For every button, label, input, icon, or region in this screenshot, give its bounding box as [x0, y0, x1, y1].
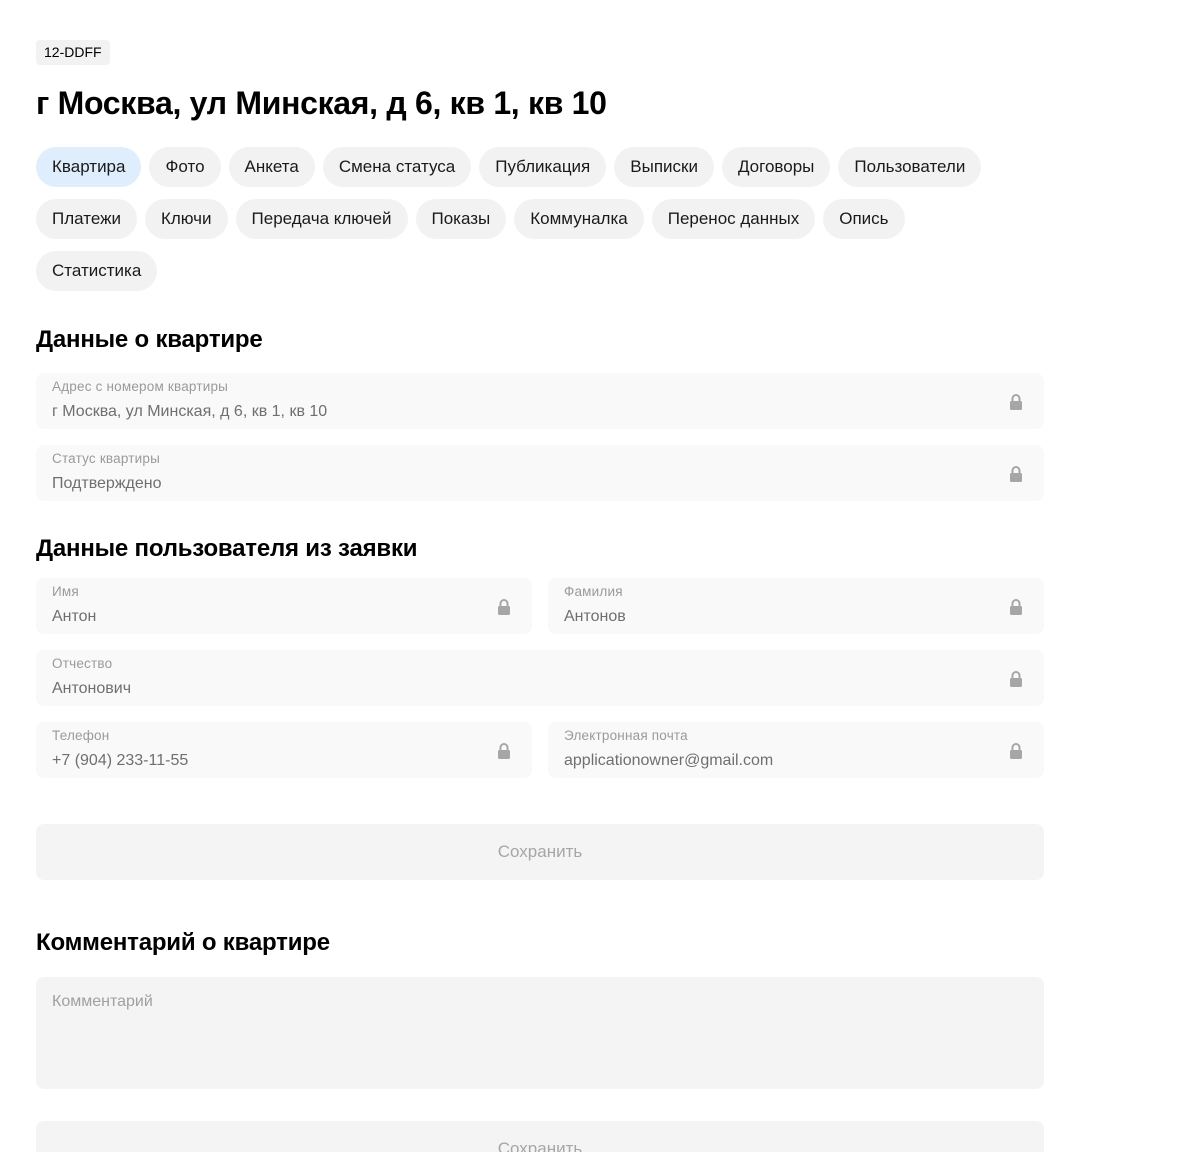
- tab-showings[interactable]: Показы: [415, 199, 507, 239]
- tab-data-transfer[interactable]: Перенос данных: [651, 199, 816, 239]
- first-name-value: Антон: [52, 608, 97, 625]
- lock-icon: [1010, 743, 1022, 759]
- email-field[interactable]: Электронная почта applicationowner@gmail…: [548, 722, 1044, 778]
- comment-textarea[interactable]: Комментарий: [36, 977, 1044, 1089]
- address-field[interactable]: Адрес с номером квартиры г Москва, ул Ми…: [36, 373, 1044, 429]
- phone-label: Телефон: [52, 728, 110, 743]
- user-section-title: Данные пользователя из заявки: [36, 535, 418, 562]
- tab-contracts[interactable]: Договоры: [721, 147, 831, 187]
- tabs: Квартира Фото Анкета Смена статуса Публи…: [36, 147, 1036, 303]
- tab-statistics[interactable]: Статистика: [36, 251, 158, 291]
- flat-status-field[interactable]: Статус квартиры Подтверждено: [36, 445, 1044, 501]
- tab-publication[interactable]: Публикация: [479, 147, 607, 187]
- email-label: Электронная почта: [564, 728, 688, 743]
- email-value: applicationowner@gmail.com: [564, 752, 774, 769]
- page: 12-DDFF г Москва, ул Минская, д 6, кв 1,…: [0, 0, 1044, 1152]
- last-name-label: Фамилия: [564, 584, 623, 599]
- first-name-label: Имя: [52, 584, 79, 599]
- flat-status-value: Подтверждено: [52, 475, 162, 492]
- tab-questionnaire[interactable]: Анкета: [228, 147, 315, 187]
- comment-section-title: Комментарий о квартире: [36, 929, 330, 956]
- phone-value: +7 (904) 233-11-55: [52, 752, 189, 769]
- patronymic-value: Антонович: [52, 680, 132, 697]
- save-comment-button[interactable]: Сохранить: [36, 1121, 1044, 1152]
- name-row: Имя Антон Фамилия Антонов: [36, 578, 1044, 634]
- last-name-value: Антонов: [564, 608, 626, 625]
- tab-keys[interactable]: Ключи: [144, 199, 228, 239]
- tab-statements[interactable]: Выписки: [614, 147, 714, 187]
- last-name-field[interactable]: Фамилия Антонов: [548, 578, 1044, 634]
- lock-icon: [1010, 671, 1022, 687]
- lock-icon: [498, 743, 510, 759]
- lock-icon: [1010, 599, 1022, 615]
- tab-photo[interactable]: Фото: [149, 147, 221, 187]
- lock-icon: [498, 599, 510, 615]
- flat-section-title: Данные о квартире: [36, 326, 263, 353]
- patronymic-field[interactable]: Отчество Антонович: [36, 650, 1044, 706]
- tab-keys-handover[interactable]: Передача ключей: [235, 199, 408, 239]
- tab-status-change[interactable]: Смена статуса: [322, 147, 472, 187]
- address-label: Адрес с номером квартиры: [52, 379, 229, 394]
- tab-users[interactable]: Пользователи: [838, 147, 982, 187]
- phone-field[interactable]: Телефон +7 (904) 233-11-55: [36, 722, 532, 778]
- tab-utilities[interactable]: Коммуналка: [514, 199, 644, 239]
- tab-inventory[interactable]: Опись: [823, 199, 905, 239]
- tab-payments[interactable]: Платежи: [36, 199, 137, 239]
- save-user-data-button[interactable]: Сохранить: [36, 824, 1044, 880]
- page-title: г Москва, ул Минская, д 6, кв 1, кв 10: [36, 85, 607, 121]
- first-name-field[interactable]: Имя Антон: [36, 578, 532, 634]
- lock-icon: [1010, 394, 1022, 410]
- lock-icon: [1010, 466, 1022, 482]
- flat-id-badge: 12-DDFF: [36, 40, 110, 65]
- patronymic-label: Отчество: [52, 656, 113, 671]
- contacts-row: Телефон +7 (904) 233-11-55 Электронная п…: [36, 722, 1044, 778]
- tab-flat[interactable]: Квартира: [36, 147, 142, 187]
- flat-status-label: Статус квартиры: [52, 451, 161, 466]
- address-value: г Москва, ул Минская, д 6, кв 1, кв 10: [52, 403, 328, 420]
